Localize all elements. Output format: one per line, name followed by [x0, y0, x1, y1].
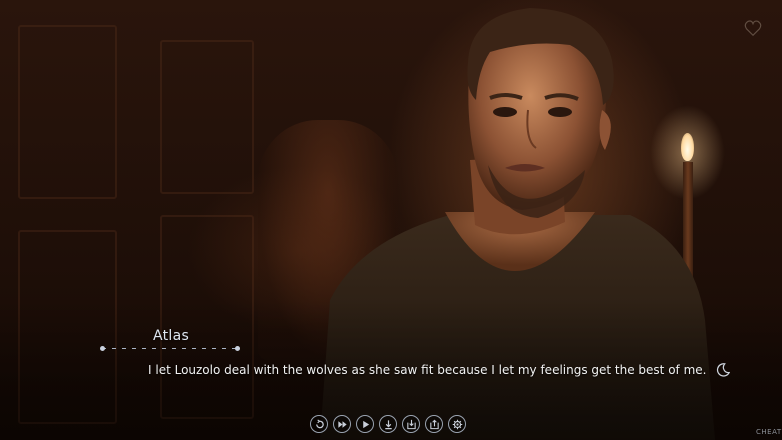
cheat-button[interactable]: CHEAT	[756, 428, 782, 436]
back-button[interactable]	[310, 415, 328, 433]
crescent-moon-icon	[717, 363, 731, 377]
save-icon	[406, 419, 416, 429]
wall-panel-left	[18, 25, 117, 199]
game-scene[interactable]: Atlas I let Louzolo deal with the wolves…	[0, 0, 782, 440]
auto-icon	[362, 420, 369, 428]
back-icon	[315, 418, 324, 428]
download-button[interactable]	[379, 415, 397, 433]
skip-icon	[337, 420, 347, 428]
settings-icon	[452, 419, 462, 429]
save-button[interactable]	[402, 415, 420, 433]
wall-panel-center	[160, 40, 254, 194]
dialogue-text: I let Louzolo deal with the wolves as sh…	[148, 363, 707, 377]
settings-button[interactable]	[448, 415, 466, 433]
heart-icon	[744, 20, 762, 36]
speaker-name: Atlas	[152, 328, 190, 344]
dialogue-box[interactable]: I let Louzolo deal with the wolves as sh…	[148, 363, 731, 377]
auto-button[interactable]	[356, 415, 374, 433]
skip-button[interactable]	[333, 415, 351, 433]
load-icon	[429, 419, 439, 429]
download-icon	[384, 419, 392, 429]
speaker-name-divider	[100, 346, 240, 351]
load-button[interactable]	[425, 415, 443, 433]
quick-menu	[310, 415, 466, 435]
